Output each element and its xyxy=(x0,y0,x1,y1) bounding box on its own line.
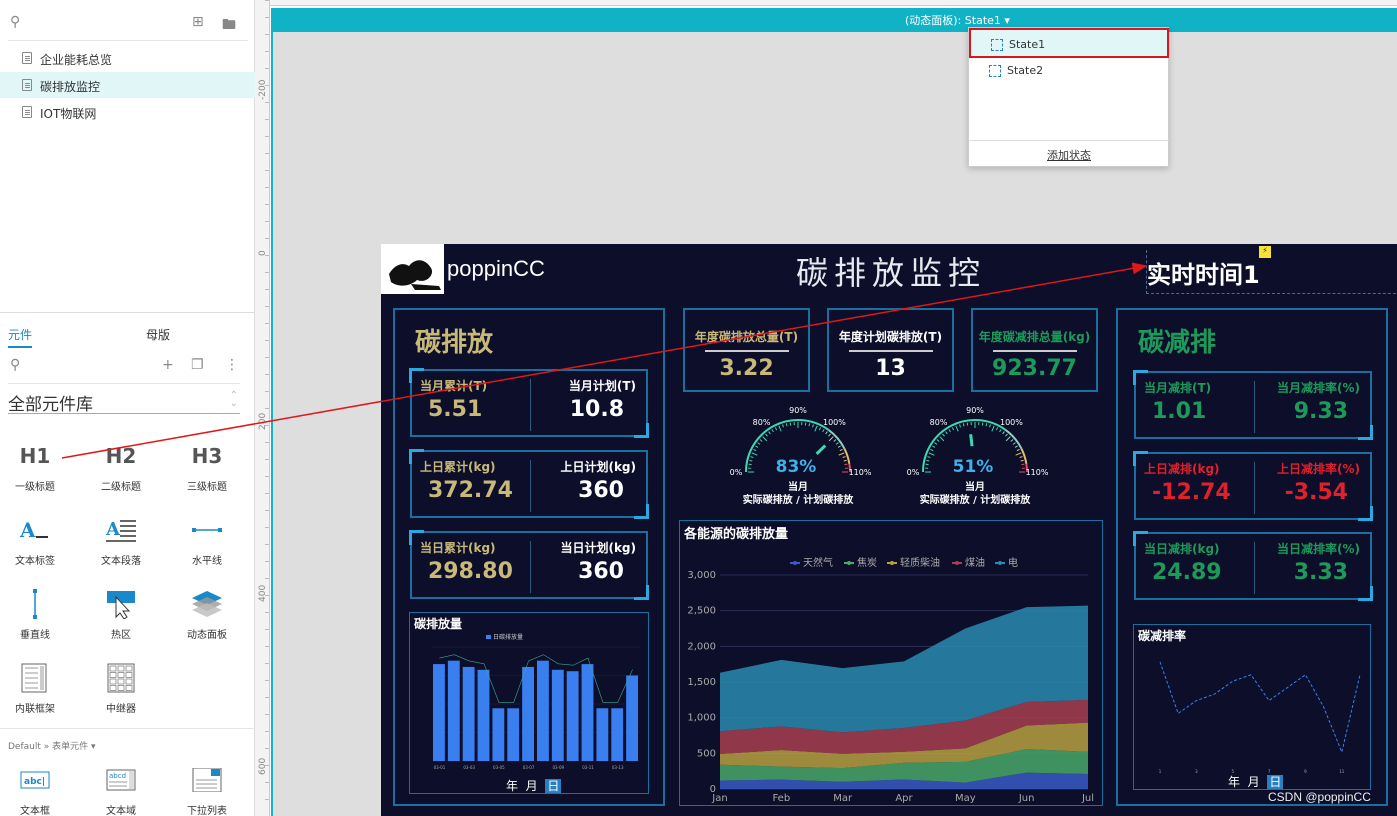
watermark: CSDN @poppinCC xyxy=(1268,790,1371,804)
annotation-arrow xyxy=(61,262,1148,459)
